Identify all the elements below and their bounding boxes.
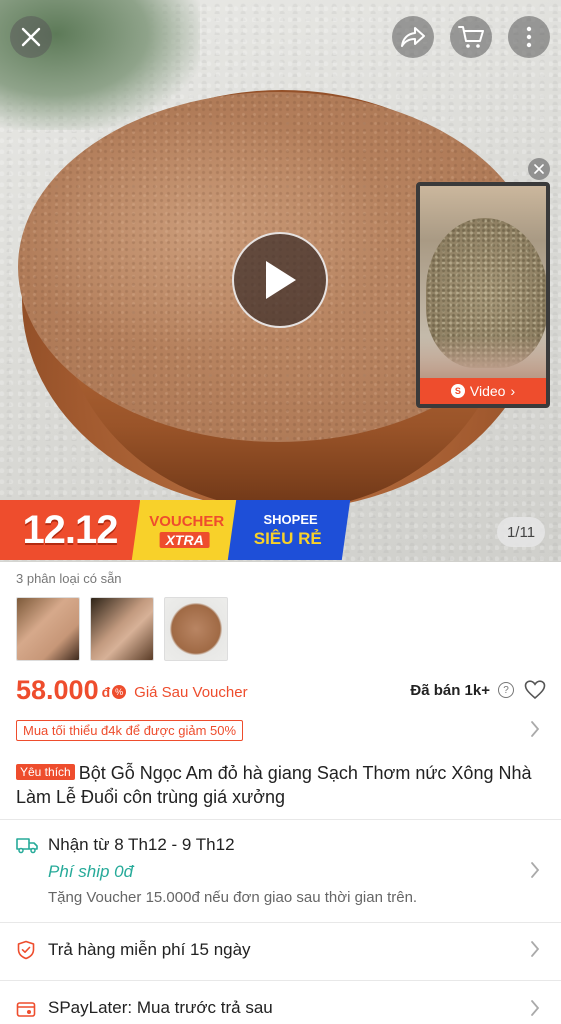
chevron-right-icon (531, 941, 540, 957)
variant-thumbnail[interactable] (90, 597, 154, 661)
product-title: Bột Gỗ Ngọc Am đỏ hà giang Sạch Thơm nức… (16, 763, 532, 807)
free-return-text[interactable]: Trả hàng miễn phí 15 ngày (48, 940, 251, 960)
close-video-button[interactable] (528, 158, 550, 180)
share-icon (401, 27, 425, 47)
shopee-video-icon: S (450, 384, 465, 398)
favorite-seller-badge: Yêu thích (16, 764, 75, 780)
video-link[interactable]: S Video › (420, 378, 546, 404)
spaylater-icon (16, 999, 36, 1024)
more-options-button[interactable] (508, 16, 550, 58)
divider (0, 980, 561, 981)
share-button[interactable] (392, 16, 434, 58)
floating-video-preview[interactable]: S Video › (416, 182, 550, 408)
help-icon[interactable]: ? (498, 682, 514, 698)
product-title-block: Yêu thích Bột Gỗ Ngọc Am đỏ hà giang Sạch… (16, 760, 546, 809)
sold-count: Đã bán 1k+ (410, 681, 490, 699)
price-note: Giá Sau Voucher (134, 683, 248, 701)
heart-icon (524, 680, 546, 700)
returns-chevron[interactable] (530, 940, 540, 963)
truck-icon (16, 836, 38, 859)
promo-voucher-line2: XTRA (159, 531, 210, 548)
chevron-right-icon (531, 1000, 540, 1016)
favorite-button[interactable] (524, 679, 546, 701)
shipping-fee: Phí ship 0đ (48, 862, 134, 881)
divider (0, 922, 561, 923)
shield-icon (16, 940, 36, 965)
spaylater-text[interactable]: SPayLater: Mua trước trả sau (48, 998, 273, 1018)
promo-banner[interactable]: 12.12 VOUCHER XTRA SHOPEE SIÊU RẺ (0, 500, 351, 560)
variant-thumbnail[interactable] (16, 597, 80, 661)
promo-voucher-xtra: VOUCHER XTRA (131, 500, 241, 560)
variant-thumbnail[interactable] (164, 597, 228, 661)
cart-button[interactable] (450, 16, 492, 58)
promo-shopee-line2: SIÊU RẺ (253, 528, 322, 548)
promo-shopee-line1: SHOPEE (263, 511, 318, 527)
shipping-chevron[interactable] (530, 861, 540, 884)
promo-voucher-line1: VOUCHER (149, 512, 225, 530)
spaylater-chevron[interactable] (530, 999, 540, 1022)
chevron-right-icon (531, 721, 540, 737)
delivery-range[interactable]: Nhận từ 8 Th12 - 9 Th12 (48, 835, 235, 855)
price-currency: đ (101, 684, 111, 700)
more-icon (526, 26, 532, 48)
video-label-text: Video (469, 383, 506, 399)
min-order-discount-tag[interactable]: Mua tối thiểu đ4k để được giảm 50% (16, 720, 244, 741)
voucher-icon: % (112, 685, 127, 699)
shipping-voucher-note: Tặng Voucher 15.000đ nếu đơn giao sau th… (48, 889, 418, 906)
close-button[interactable] (10, 16, 52, 58)
image-counter: 1/11 (497, 517, 545, 547)
divider (0, 819, 561, 820)
promo-date: 12.12 (0, 500, 140, 560)
variants-label: 3 phân loại có sẵn (16, 571, 122, 586)
price-row: 58.000 đ % Giá Sau Voucher Đã bán 1k+ ? (16, 672, 546, 708)
price-amount: 58.000 (16, 674, 99, 705)
close-icon (21, 27, 41, 47)
play-video-button[interactable] (232, 232, 328, 328)
chevron-right-icon (531, 862, 540, 878)
chevron-right-icon: › (510, 383, 516, 399)
cart-icon (458, 26, 484, 48)
product-image-gallery[interactable]: S Video › 12.12 VOUCHER XTRA SHOPEE SIÊU… (0, 0, 561, 562)
variant-thumbnails (16, 597, 228, 661)
close-icon (534, 164, 544, 174)
promo-shopee-sieu-re: SHOPEE SIÊU RẺ (227, 500, 351, 560)
play-icon (266, 261, 296, 299)
min-order-chevron[interactable] (530, 720, 540, 743)
